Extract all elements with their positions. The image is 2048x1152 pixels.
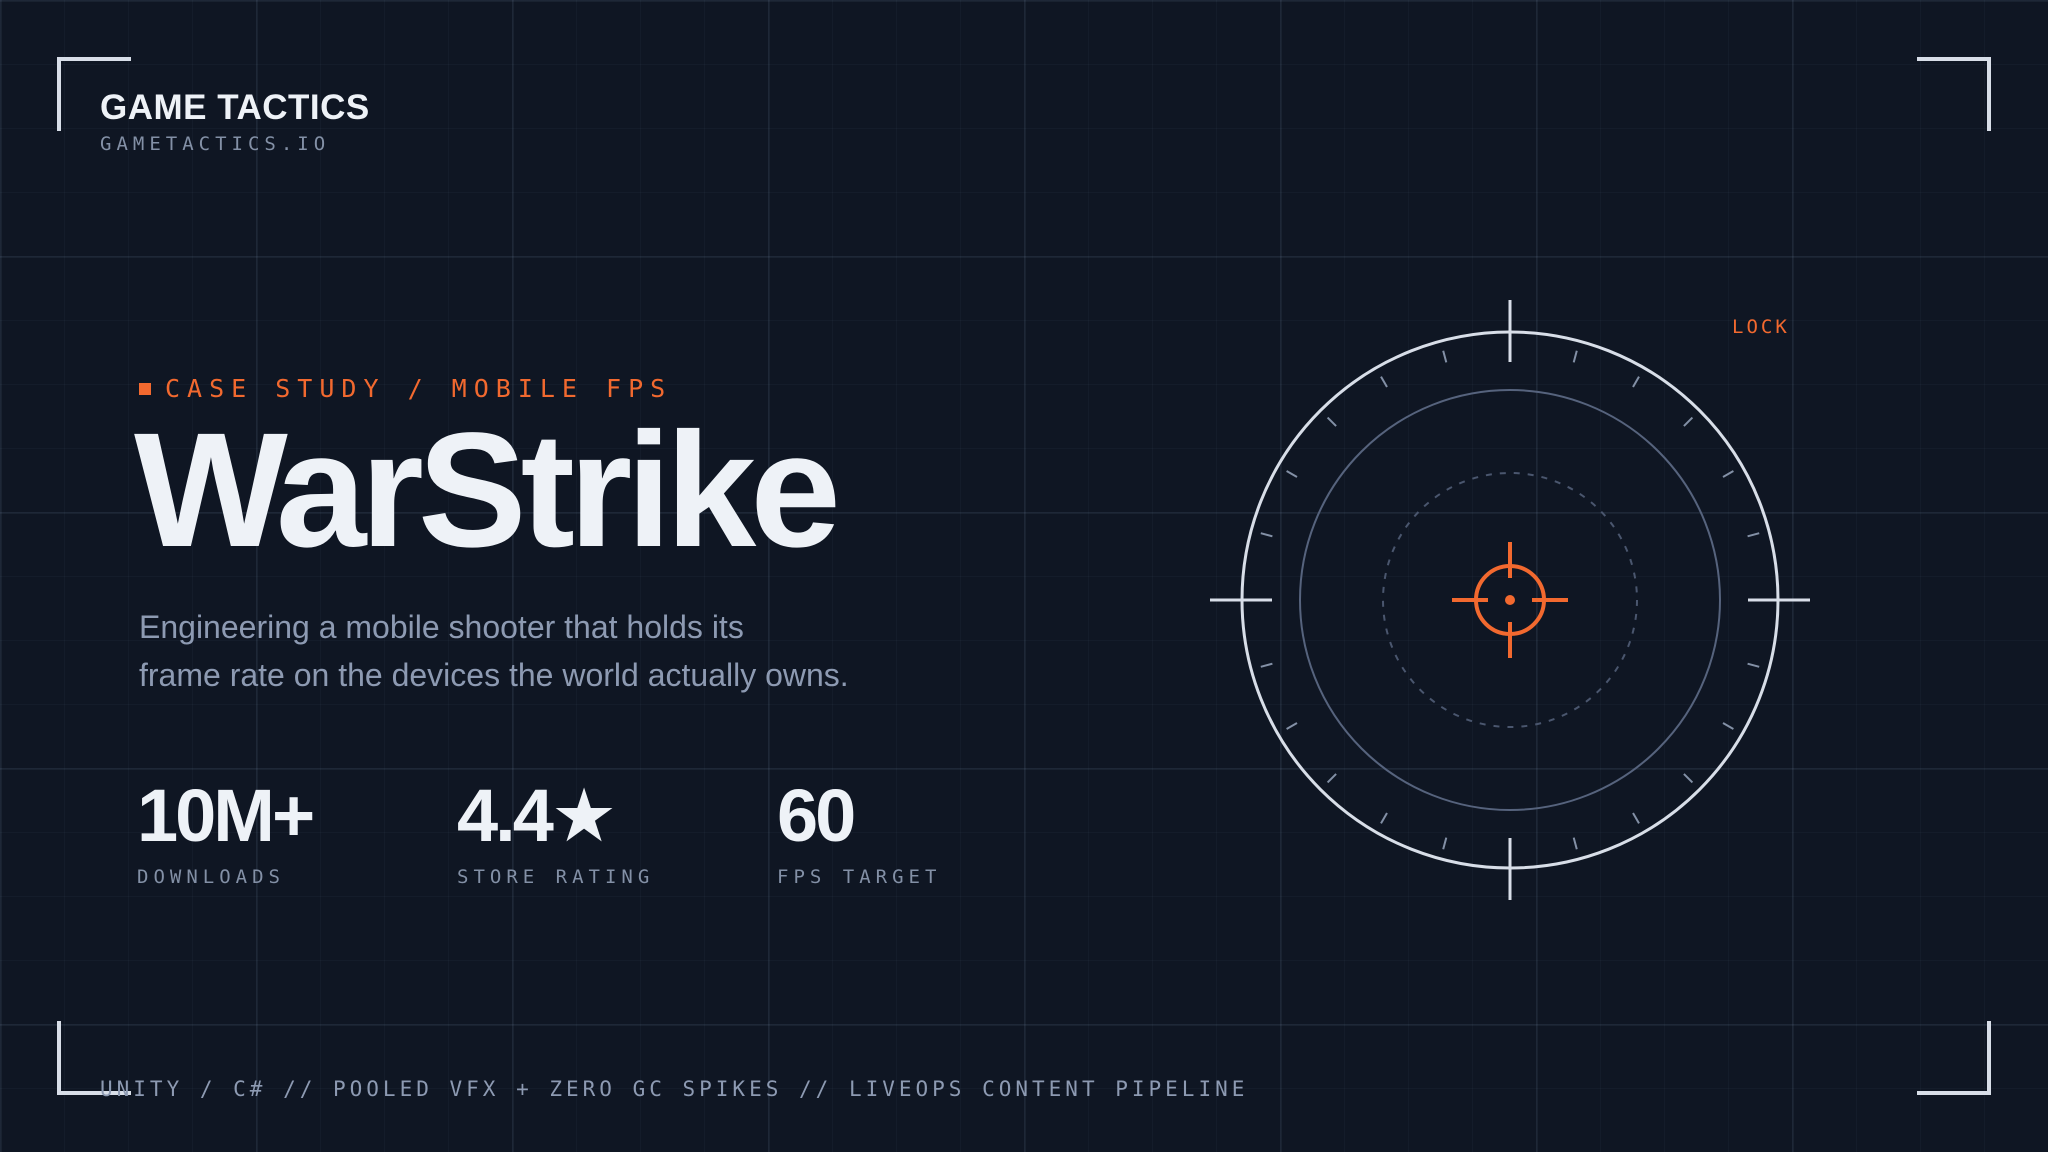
stat-label: DOWNLOADS <box>137 866 285 889</box>
stat-value: 10M+ <box>137 774 315 857</box>
stat-value: 60 <box>777 774 856 857</box>
stat-store-rating: 4.4★ STORE RATING <box>457 774 655 889</box>
reticle-tick <box>1632 376 1640 388</box>
case-study-slide: GAME TACTICS GAMETACTICS.IO CASE STUDY /… <box>0 0 2048 1152</box>
reticle-tick <box>1260 662 1273 668</box>
page-title: WarStrike <box>134 398 841 581</box>
tech-stack-footer: UNITY / C# // POOLED VFX + ZERO GC SPIKE… <box>100 1077 1249 1101</box>
crosshair-center-dot <box>1505 595 1515 605</box>
reticle-tick <box>1326 773 1337 784</box>
subtitle-line-2: frame rate on the devices the world actu… <box>139 657 849 693</box>
reticle-tick <box>1442 350 1448 363</box>
square-bullet-icon <box>139 382 151 395</box>
reticle-tick <box>1747 662 1760 668</box>
stat-value: 4.4★ <box>457 774 617 857</box>
corner-bracket-bottom-right <box>1917 1021 1991 1095</box>
reticle-tick <box>1722 470 1734 478</box>
reticle-tick <box>1572 350 1578 363</box>
stat-fps-target: 60 FPS TARGET <box>777 774 942 889</box>
reticle-tick <box>1286 722 1298 730</box>
reticle-tick <box>1380 376 1388 388</box>
reticle-tick <box>1326 416 1337 427</box>
reticle-tick <box>1683 773 1694 784</box>
subtitle: Engineering a mobile shooter that holds … <box>139 603 999 699</box>
stat-downloads: 10M+ DOWNLOADS <box>137 774 315 889</box>
reticle-tick <box>1747 532 1760 538</box>
reticle-tick <box>1442 837 1448 850</box>
reticle-tick <box>1722 722 1734 730</box>
stat-label: FPS TARGET <box>777 866 942 889</box>
corner-bracket-top-right <box>1917 57 1991 131</box>
reticle-tick <box>1286 470 1298 478</box>
reticle-tick <box>1683 416 1694 427</box>
brand-name: GAME TACTICS <box>100 88 370 127</box>
brand-url: GAMETACTICS.IO <box>100 133 331 155</box>
reticle-tick <box>1380 812 1388 824</box>
targeting-reticle <box>1210 300 1810 900</box>
reticle-tick <box>1572 837 1578 850</box>
lock-label: LOCK <box>1732 316 1790 338</box>
subtitle-line-1: Engineering a mobile shooter that holds … <box>139 609 744 645</box>
stat-label: STORE RATING <box>457 866 655 889</box>
reticle-tick <box>1260 532 1273 538</box>
reticle-tick <box>1632 812 1640 824</box>
